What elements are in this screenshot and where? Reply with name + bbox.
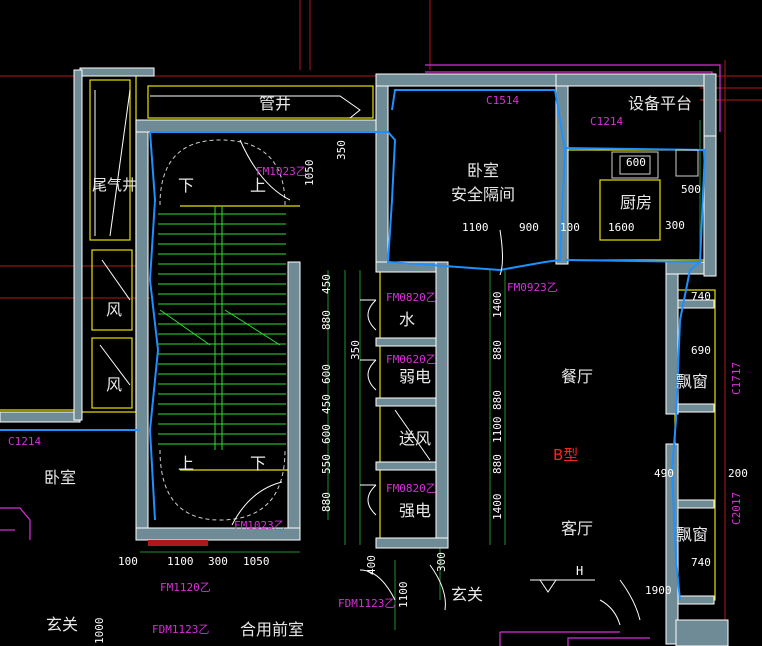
dim-1100-bottom: 1100 (167, 555, 194, 568)
door-tag-fm1120: FM1120乙 (160, 581, 211, 594)
supply-air-label: 送风 (399, 429, 432, 448)
dim-1000-left: 1000 (93, 617, 106, 645)
dim-1400-a: 1400 (491, 291, 504, 319)
door-threshold (148, 540, 208, 546)
dim-880-d: 880 (491, 390, 504, 410)
exhaust-shaft-label: 尾气井 (92, 176, 138, 194)
dim-350-mid: 350 (349, 340, 362, 360)
dim-1100-foyer: 1100 (397, 581, 410, 609)
dim-1600-kitchen: 1600 (608, 221, 635, 234)
door-tag-fm0820-elec: FM0820乙 (386, 482, 437, 495)
kitchen-label: 厨房 (620, 193, 653, 212)
fan-shaft-2-label: 风 (106, 375, 123, 394)
pipe-shaft-label: 管井 (259, 94, 292, 113)
dining-label: 餐厅 (561, 367, 594, 386)
door-tag-fm0820-water: FM0820乙 (386, 291, 437, 304)
dim-300-kitchen: 300 (665, 219, 685, 232)
dim-350-top: 350 (335, 140, 348, 160)
dim-300-bottom: 300 (208, 555, 228, 568)
door-tag-fm0923: FM0923乙 (507, 281, 558, 294)
safe-room-label: 安全隔间 (451, 185, 516, 204)
stair-down-bottom-label: 下 (250, 454, 267, 473)
bedroom-top-label: 卧室 (467, 161, 500, 180)
dim-740-top: 740 (691, 290, 711, 303)
door-tag-fm0620: FM0620乙 (386, 353, 437, 366)
dim-200: 200 (728, 467, 748, 480)
dim-1900: 1900 (645, 584, 672, 597)
dim-1100-bed: 1100 (462, 221, 489, 234)
dim-880-a: 880 (320, 310, 333, 330)
dim-300-foyer: 300 (435, 552, 448, 572)
unit-type-label: B型 (553, 446, 579, 464)
fan-shaft-1-label: 风 (106, 300, 123, 319)
north-mark-label: H (576, 564, 584, 578)
dim-600-b: 600 (320, 424, 333, 444)
dim-100-bed: 100 (560, 221, 580, 234)
dim-600-kitchen: 600 (626, 156, 646, 169)
dim-1050-top: 1050 (303, 159, 316, 187)
foyer-left-label: 玄关 (46, 615, 79, 634)
window-tag-c1717: C1717 (730, 361, 743, 395)
water-shaft-label: 水 (399, 310, 416, 329)
foyer-right-label: 玄关 (451, 585, 484, 604)
dim-490: 490 (654, 467, 674, 480)
weak-elec-label: 弱电 (399, 367, 432, 386)
dim-880-e: 880 (491, 454, 504, 474)
dim-1050-bottom: 1050 (243, 555, 270, 568)
dim-600-a: 600 (320, 364, 333, 384)
door-tag-fdm1123-b: FDM1123乙 (152, 623, 210, 636)
dim-690: 690 (691, 344, 711, 357)
dim-100-bottom: 100 (118, 555, 138, 568)
shared-front-room-label: 合用前室 (240, 620, 305, 639)
stair-up-bottom-label: 上 (178, 454, 195, 473)
strong-elec-label: 强电 (399, 501, 432, 520)
equipment-platform-label: 设备平台 (628, 94, 693, 113)
dim-1400-b: 1400 (491, 493, 504, 521)
dim-550: 550 (320, 454, 333, 474)
dim-880-c: 880 (491, 340, 504, 360)
bay-window-bottom-label: 飘窗 (676, 525, 709, 544)
door-tag-fm1023-bottom: FM1023乙 (234, 519, 285, 532)
bay-window-top-label: 飘窗 (676, 372, 709, 391)
dim-880-b: 880 (320, 492, 333, 512)
door-tag-fdm1123: FDM1123乙 (338, 597, 396, 610)
door-tag-fm1023-top: FM1023乙 (256, 165, 307, 178)
dim-450-a: 450 (320, 274, 333, 294)
stair-down-top-label: 下 (178, 176, 195, 195)
stair-up-top-label: 上 (250, 176, 267, 195)
dim-500-kitchen: 500 (681, 183, 701, 196)
dim-900-bed: 900 (519, 221, 539, 234)
dim-450-b: 450 (320, 394, 333, 414)
dim-400-foyer: 400 (365, 555, 378, 575)
dim-1100-mid: 1100 (491, 416, 504, 444)
living-label: 客厅 (561, 519, 594, 538)
window-tag-c1214-top: C1214 (590, 115, 624, 128)
dim-740-bottom: 740 (691, 556, 711, 569)
window-tag-c1214-left: C1214 (8, 435, 42, 448)
window-tag-c1514: C1514 (486, 94, 520, 107)
bedroom-left-label: 卧室 (44, 468, 77, 487)
window-tag-c2017: C2017 (730, 491, 743, 525)
